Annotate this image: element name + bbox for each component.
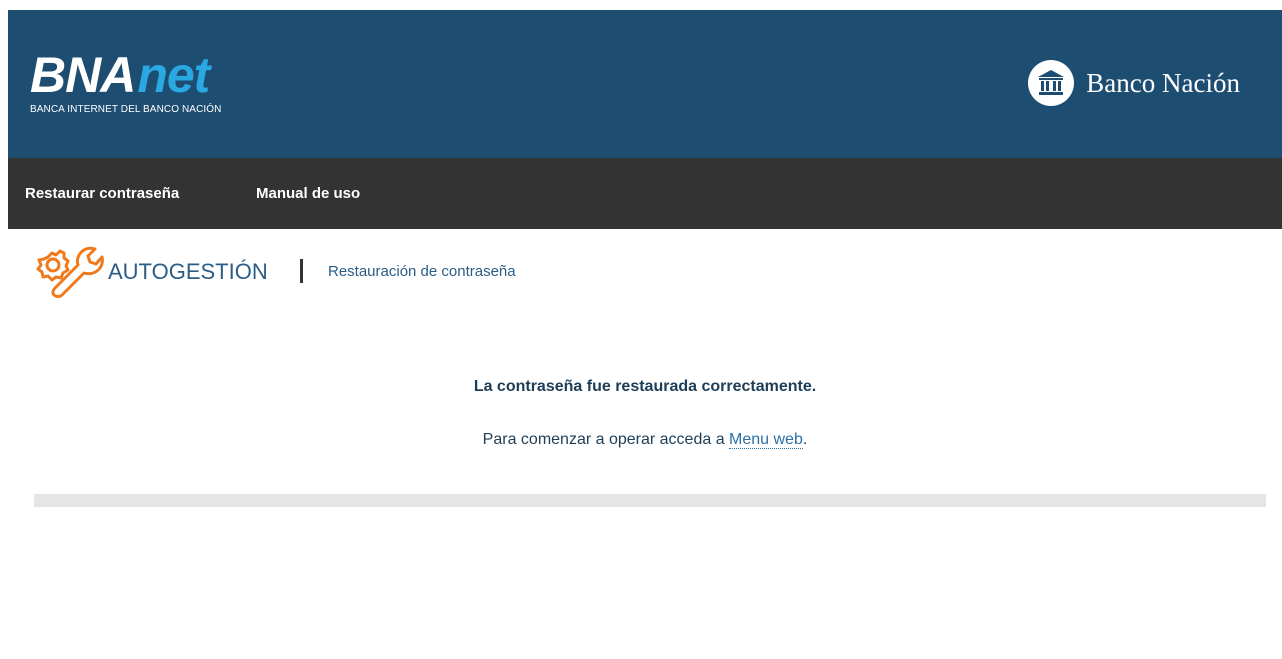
success-message: La contraseña fue restaurada correctamen… — [473, 378, 817, 395]
footer-text-line-2 — [8, 578, 1282, 592]
header: BNAnet BANCA INTERNET DEL BANCO NACIÓN B… — [8, 10, 1282, 158]
instruction-suffix: . — [802, 431, 808, 448]
content-divider-bar — [34, 494, 1266, 507]
gear-wrench-icon — [36, 246, 104, 298]
section-title: AUTOGESTIÓN — [108, 259, 268, 284]
instruction-message: Para comenzar a operar acceda a Menu web… — [8, 431, 1282, 449]
logo-bna-text: BNA — [30, 47, 136, 103]
footer-blurred — [8, 556, 1282, 634]
nav-item-manual-de-uso[interactable]: Manual de uso — [256, 185, 360, 202]
logo-net-text: net — [137, 47, 210, 103]
breadcrumb: AUTOGESTIÓN Restauración de contraseña — [8, 229, 1282, 309]
footer-version — [8, 620, 1282, 634]
footer-link[interactable] — [648, 578, 651, 592]
breadcrumb-divider — [300, 259, 303, 283]
bank-name: Banco Nación — [1086, 67, 1240, 98]
bank-brand[interactable]: Banco Nación — [1028, 60, 1240, 106]
breadcrumb-current-page[interactable]: Restauración de contraseña — [328, 263, 516, 280]
logo-wordmark: BNAnet — [30, 47, 210, 103]
menu-web-link[interactable]: Menu web — [729, 431, 803, 449]
bank-building-icon — [1028, 60, 1075, 106]
main-navbar: Restaurar contraseña Manual de uso — [8, 158, 1282, 229]
instruction-prefix: Para comenzar a operar acceda a — [482, 431, 730, 448]
logo-subtitle: BANCA INTERNET DEL BANCO NACIÓN — [30, 104, 222, 115]
page-frame: BNAnet BANCA INTERNET DEL BANCO NACIÓN B… — [8, 10, 1282, 659]
footer-text-line — [8, 556, 1282, 570]
nav-item-restaurar-contrasena[interactable]: Restaurar contraseña — [25, 185, 179, 202]
